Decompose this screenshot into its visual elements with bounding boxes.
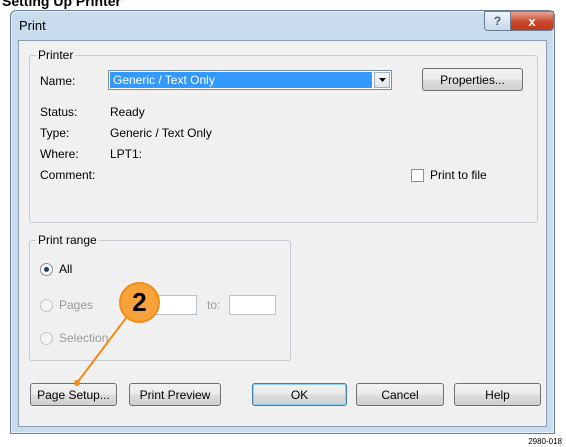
callout-leader-line bbox=[74, 317, 127, 386]
callout-number-badge: 2 bbox=[119, 282, 160, 323]
figure-code: 2980-018 bbox=[528, 437, 562, 446]
